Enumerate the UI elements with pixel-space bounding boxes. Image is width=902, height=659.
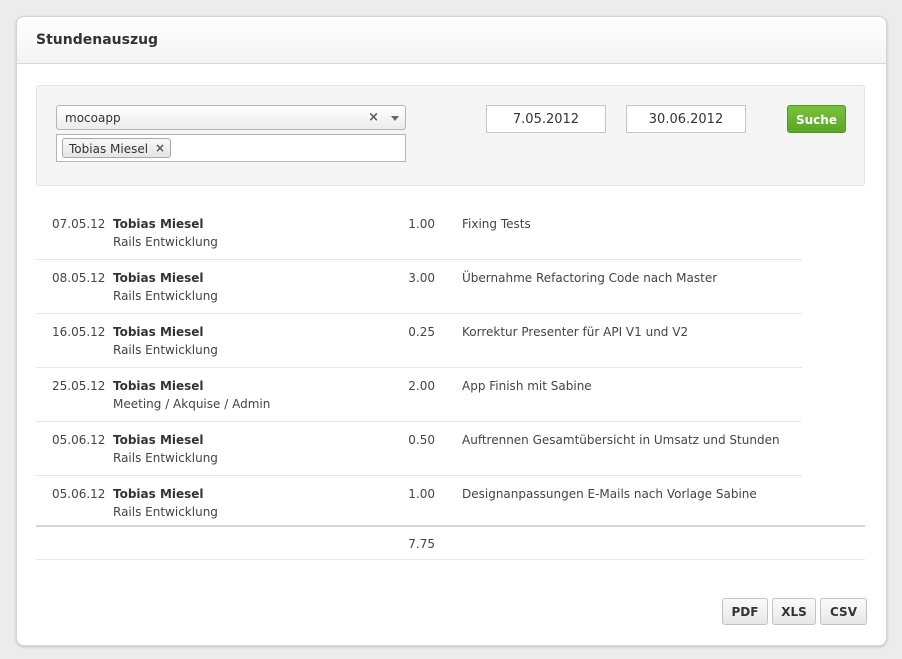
entry-description: Übernahme Refactoring Code nach Master [462,271,718,285]
entry-hours: 1.00 [408,217,435,231]
date-from-input[interactable]: 7.05.2012 [486,105,606,133]
timesheet-panel: Stundenauszug mocoapp × Tobias Miesel × … [16,16,887,646]
entry-hours: 0.25 [408,325,435,339]
entry-description: Fixing Tests [462,217,531,231]
export-pdf-button[interactable]: PDF [722,598,768,625]
entry-task: Rails Entwicklung [113,289,218,303]
entry-task: Rails Entwicklung [113,343,218,357]
entry-user: Tobias Miesel [113,433,204,447]
entry-hours: 2.00 [408,379,435,393]
entry-task: Rails Entwicklung [113,235,218,249]
entry-task: Rails Entwicklung [113,451,218,465]
filter-box: mocoapp × Tobias Miesel × 7.05.2012 30.0… [36,85,865,186]
list-item: 25.05.12 Tobias Miesel Meeting / Akquise… [36,368,802,422]
entry-date: 25.05.12 [52,379,106,393]
list-item: 08.05.12 Tobias Miesel Rails Entwicklung… [36,260,802,314]
entry-user: Tobias Miesel [113,217,204,231]
remove-token-icon[interactable]: × [155,141,165,155]
user-token-label: Tobias Miesel [69,142,149,156]
entry-user: Tobias Miesel [113,487,204,501]
entry-description: Korrektur Presenter für API V1 und V2 [462,325,689,339]
total-hours: 7.75 [408,537,435,551]
chevron-down-icon[interactable] [391,116,399,121]
entries-list: 07.05.12 Tobias Miesel Rails Entwicklung… [36,206,865,529]
total-row: 7.75 [36,525,865,560]
entry-description: App Finish mit Sabine [462,379,592,393]
page-title: Stundenauszug [17,17,886,64]
entry-user: Tobias Miesel [113,325,204,339]
entry-user: Tobias Miesel [113,379,204,393]
entry-hours: 0.50 [408,433,435,447]
list-item: 07.05.12 Tobias Miesel Rails Entwicklung… [36,206,802,260]
entry-date: 16.05.12 [52,325,106,339]
entry-description: Auftrennen Gesamtübersicht in Umsatz und… [462,433,780,447]
entry-date: 05.06.12 [52,433,106,447]
search-button[interactable]: Suche [787,105,846,133]
entry-hours: 1.00 [408,487,435,501]
export-xls-button[interactable]: XLS [772,598,816,625]
list-item: 16.05.12 Tobias Miesel Rails Entwicklung… [36,314,802,368]
clear-icon[interactable]: × [368,110,379,125]
entry-hours: 3.00 [408,271,435,285]
entry-date: 05.06.12 [52,487,106,501]
entry-date: 08.05.12 [52,271,106,285]
entry-date: 07.05.12 [52,217,106,231]
entry-task: Rails Entwicklung [113,505,218,519]
project-select[interactable]: mocoapp × [56,105,406,130]
date-to-input[interactable]: 30.06.2012 [626,105,746,133]
list-item: 05.06.12 Tobias Miesel Rails Entwicklung… [36,476,802,529]
export-csv-button[interactable]: CSV [820,598,867,625]
entry-user: Tobias Miesel [113,271,204,285]
entry-task: Meeting / Akquise / Admin [113,397,271,411]
list-item: 05.06.12 Tobias Miesel Rails Entwicklung… [36,422,802,476]
user-token-field[interactable]: Tobias Miesel × [56,134,406,162]
user-token[interactable]: Tobias Miesel × [62,138,172,158]
project-select-value: mocoapp [65,111,121,125]
entry-description: Designanpassungen E-Mails nach Vorlage S… [462,487,757,501]
